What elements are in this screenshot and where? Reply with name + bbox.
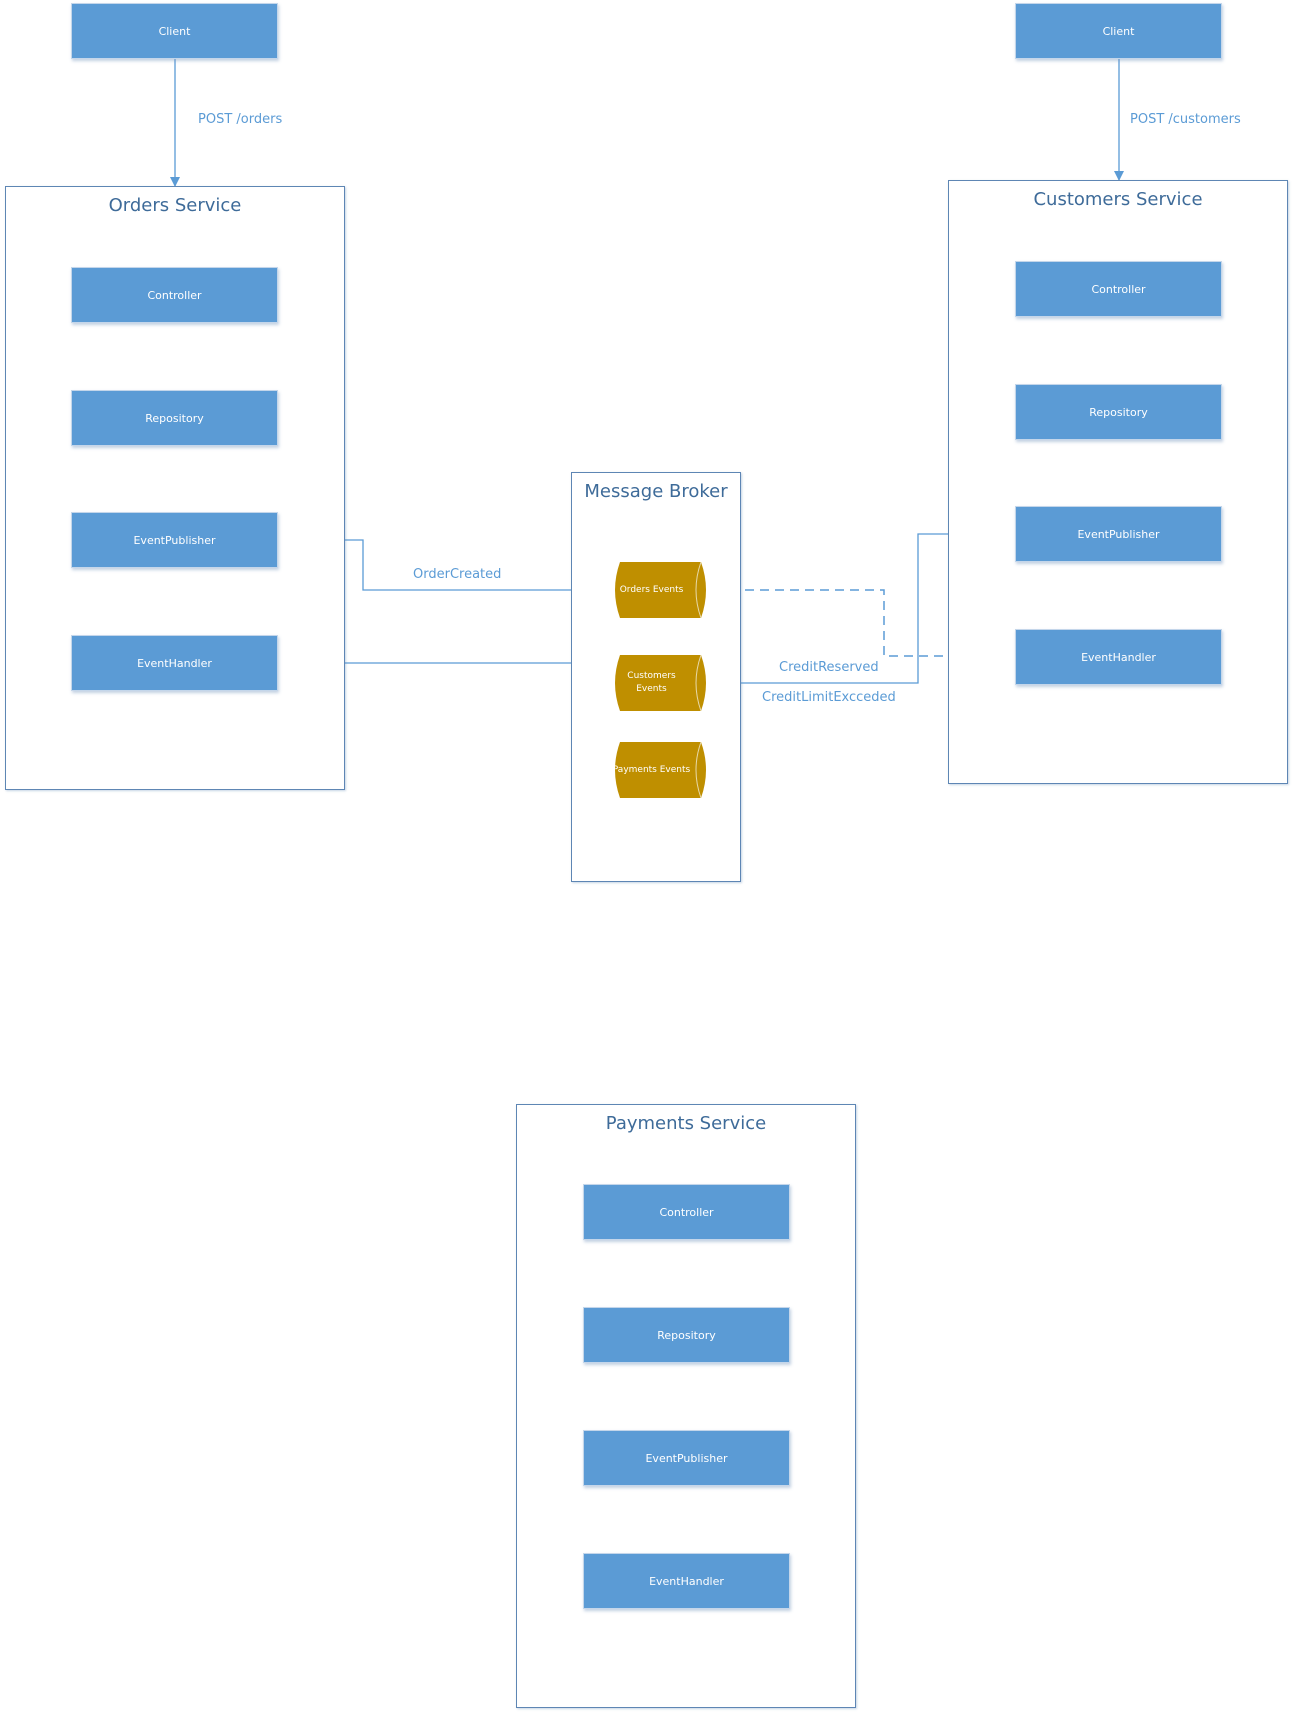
component-label: Repository [1089,405,1148,419]
orders-controller[interactable]: Controller [71,267,278,323]
component-label: Controller [147,288,202,302]
payments-event-handler[interactable]: EventHandler [583,1553,790,1609]
component-label: Controller [659,1205,714,1219]
orders-repository[interactable]: Repository [71,390,278,446]
customers-service-title: Customers Service [1033,189,1203,210]
credit-limit-exceeded-label: CreditLimitExcceded [762,690,896,705]
client-orders[interactable]: Client [71,3,278,59]
payments-service-title: Payments Service [605,1113,767,1134]
component-label: Repository [145,411,204,425]
topic-label: Orders Events [619,584,684,595]
topic-label: Customers Events [627,671,676,694]
topic-payments-events[interactable]: Payments Events [610,742,711,798]
topic-customers-events[interactable]: Customers Events [610,655,711,711]
component-label: Repository [657,1328,716,1342]
component-label: Controller [1091,282,1146,296]
component-label: EventHandler [649,1574,724,1588]
orders-service-title: Orders Service [108,195,242,216]
customers-event-publisher[interactable]: EventPublisher [1015,506,1222,562]
payments-repository[interactable]: Repository [583,1307,790,1363]
component-label: EventPublisher [133,533,216,547]
payments-event-publisher[interactable]: EventPublisher [583,1430,790,1486]
topic-orders-events[interactable]: Orders Events [610,562,711,618]
customers-controller[interactable]: Controller [1015,261,1222,317]
client-customers-label: Client [1102,24,1135,38]
component-label: EventPublisher [645,1451,728,1465]
client-customers[interactable]: Client [1015,3,1222,59]
order-created-label: OrderCreated [413,567,502,582]
customers-repository[interactable]: Repository [1015,384,1222,440]
message-broker-title: Message Broker [584,481,728,502]
orders-event-publisher[interactable]: EventPublisher [71,512,278,568]
credit-reserved-label: CreditReserved [779,660,879,675]
customers-event-handler[interactable]: EventHandler [1015,629,1222,685]
post-orders-label: POST /orders [198,112,283,127]
topic-label: Payments Events [612,764,691,775]
payments-controller[interactable]: Controller [583,1184,790,1240]
post-customers-label: POST /customers [1130,112,1241,127]
component-label: EventPublisher [1077,527,1160,541]
orders-event-handler[interactable]: EventHandler [71,635,278,691]
client-orders-label: Client [158,24,191,38]
component-label: EventHandler [1081,650,1156,664]
component-label: EventHandler [137,656,212,670]
